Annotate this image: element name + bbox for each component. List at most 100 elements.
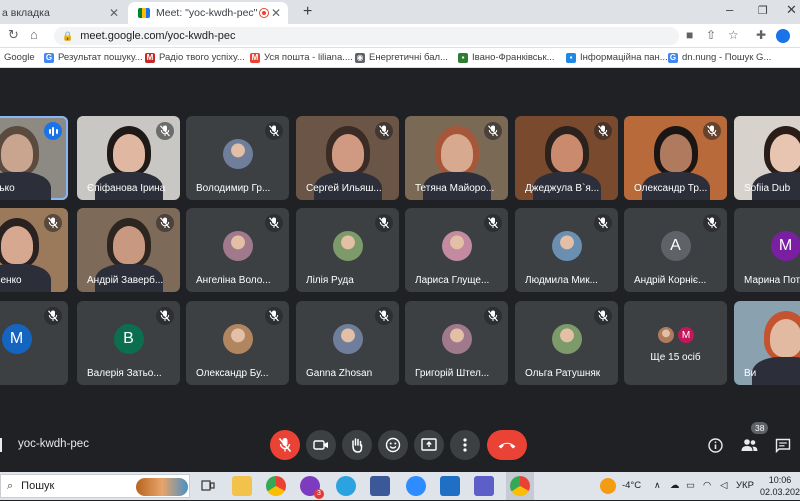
participant-tile[interactable]: Ольга Ратушняк xyxy=(515,301,618,385)
participant-tile[interactable]: ВВалерія Затьо... xyxy=(77,301,180,385)
viber-icon[interactable]: 3 xyxy=(300,476,320,496)
participant-tile[interactable]: Єпіфанова Ірина xyxy=(77,116,180,200)
participant-tile[interactable]: Лілія Руда xyxy=(296,208,399,292)
notification-badge: 3 xyxy=(314,489,324,499)
file-explorer-icon[interactable] xyxy=(232,476,252,496)
weather-temperature[interactable]: -4°C xyxy=(622,480,641,491)
home-icon[interactable]: ⌂ xyxy=(30,27,38,42)
participant-tile[interactable]: Григорій Штел... xyxy=(405,301,508,385)
active-chrome-window[interactable] xyxy=(506,472,534,500)
participant-name: Ангеліна Воло... xyxy=(196,275,285,286)
mic-muted-icon xyxy=(156,307,174,325)
bookmark-item[interactable]: GРезультат пошуку... xyxy=(44,52,143,63)
bookmark-item[interactable]: ◉Енергетичні бал... xyxy=(355,52,448,63)
participant-tile[interactable]: Олександр Бу... xyxy=(186,301,289,385)
url-text: meet.google.com/yoc-kwdh-pec xyxy=(80,30,235,42)
bookmark-item[interactable]: MУся пошта - liliana.... xyxy=(250,52,353,63)
chrome-icon[interactable] xyxy=(266,476,286,496)
participant-tile[interactable]: Андрій Заверб... xyxy=(77,208,180,292)
reload-icon[interactable]: ↻ xyxy=(8,27,19,43)
hand-icon xyxy=(350,437,364,453)
bookmark-item[interactable]: MРадіо твого успіху... xyxy=(145,52,245,63)
participant-name: Олександр Тр... xyxy=(634,183,723,194)
leave-call-button[interactable] xyxy=(487,430,527,460)
wifi-icon[interactable]: ◠ xyxy=(703,480,711,491)
tray-chevron-icon[interactable]: ∧ xyxy=(654,480,661,491)
tab-title: Meet: "yoc-kwdh-pec" xyxy=(156,7,257,19)
document-app-icon[interactable] xyxy=(370,476,390,496)
more-options-button[interactable] xyxy=(450,430,480,460)
extensions-icon[interactable]: ✚ xyxy=(756,28,766,42)
bookmark-item[interactable]: ▪Інформаційна пан... xyxy=(566,52,668,63)
present-button[interactable] xyxy=(414,430,444,460)
avatar-letter: M xyxy=(771,231,800,261)
participant-name: а Лисенко xyxy=(0,275,64,286)
address-bar: ↻ ⌂ 🔒 meet.google.com/yoc-kwdh-pec ■ ⇧ ☆… xyxy=(0,24,800,48)
participant-tile[interactable]: MІлїна xyxy=(0,301,68,385)
close-icon[interactable]: ✕ xyxy=(271,6,281,20)
bookmark-item[interactable]: ▪Івано-Франківськ... xyxy=(458,52,555,63)
participant-tile[interactable]: Sofiia Dub xyxy=(734,116,800,200)
participant-tile[interactable]: AАндрій Корніє... xyxy=(624,208,727,292)
chat-button[interactable] xyxy=(774,436,792,454)
bookmark-item[interactable]: Google xyxy=(4,52,35,63)
word-icon[interactable] xyxy=(440,476,460,496)
mic-muted-icon xyxy=(375,214,393,232)
participant-tile[interactable]: Лариса Глуще... xyxy=(405,208,508,292)
close-icon[interactable]: ✕ xyxy=(109,6,119,20)
participant-tile[interactable]: а Лисенко xyxy=(0,208,68,292)
maximize-icon[interactable]: ❐ xyxy=(758,4,768,17)
telegram-icon[interactable] xyxy=(336,476,356,496)
url-field[interactable]: 🔒 meet.google.com/yoc-kwdh-pec xyxy=(54,27,679,45)
profile-photo xyxy=(223,231,253,261)
participant-tile[interactable]: Ангеліна Воло... xyxy=(186,208,289,292)
new-tab-icon[interactable]: + xyxy=(303,3,312,21)
participant-tile[interactable]: MМарина Пот... xyxy=(734,208,800,292)
participant-tile[interactable]: Ви xyxy=(734,301,800,385)
participant-tile[interactable]: Тетяна Майоро... xyxy=(405,116,508,200)
participant-tile[interactable]: Ganna Zhosan xyxy=(296,301,399,385)
participant-name: Ви xyxy=(744,368,800,379)
reactions-button[interactable] xyxy=(378,430,408,460)
participant-tile[interactable]: ій Зінько xyxy=(0,116,68,200)
clock[interactable]: 10:06 02.03.202 xyxy=(760,474,800,498)
minimize-icon[interactable]: ‒ xyxy=(726,2,733,17)
mic-muted-icon xyxy=(156,122,174,140)
teams-icon[interactable] xyxy=(474,476,494,496)
raise-hand-button[interactable] xyxy=(342,430,372,460)
language-indicator[interactable]: УКР xyxy=(736,480,754,491)
mic-muted-icon xyxy=(156,214,174,232)
participant-tile[interactable]: Олександр Тр... xyxy=(624,116,727,200)
meeting-details-button[interactable] xyxy=(706,436,724,454)
profile-avatar[interactable] xyxy=(776,29,790,43)
camera-toggle-button[interactable] xyxy=(306,430,336,460)
google-icon: G xyxy=(668,53,678,63)
participant-tile[interactable]: MЩе 15 осіб xyxy=(624,301,727,385)
mic-toggle-button[interactable] xyxy=(270,430,300,460)
people-button[interactable] xyxy=(740,436,758,454)
profile-photo xyxy=(552,324,582,354)
cloud-icon[interactable]: ☁ xyxy=(670,480,680,491)
participant-tile[interactable]: Джеджула В`я... xyxy=(515,116,618,200)
tab-meet[interactable]: Meet: "yoc-kwdh-pec" ✕ xyxy=(128,2,288,24)
participant-tile[interactable]: Сергей Ильяш... xyxy=(296,116,399,200)
zoom-icon[interactable] xyxy=(406,476,426,496)
camera-icon xyxy=(313,439,329,451)
volume-icon[interactable]: ◁ xyxy=(720,480,727,491)
participant-name: Григорій Штел... xyxy=(415,368,504,379)
share-icon[interactable]: ⇧ xyxy=(706,28,716,42)
participant-name: Ganna Zhosan xyxy=(306,368,395,379)
window-close-icon[interactable]: ✕ xyxy=(786,2,797,18)
task-view-icon[interactable] xyxy=(198,476,218,496)
network-icon[interactable]: ▭ xyxy=(686,480,695,491)
participant-tile[interactable]: Володимир Гр... xyxy=(186,116,289,200)
participant-tile[interactable]: Людмила Мик... xyxy=(515,208,618,292)
bookmark-item[interactable]: Gdn.nung - Пошук G... xyxy=(668,52,771,63)
bookmark-star-icon[interactable]: ☆ xyxy=(728,28,739,42)
tab-new-tab[interactable]: а вкладка ✕ xyxy=(0,2,126,24)
taskbar-search[interactable]: ⌕ Пошук xyxy=(0,474,190,498)
participant-name: Ще 15 осіб xyxy=(624,352,727,363)
camera-in-use-icon[interactable]: ■ xyxy=(686,28,693,42)
participant-name: Олександр Бу... xyxy=(196,368,285,379)
info-icon xyxy=(708,438,723,453)
